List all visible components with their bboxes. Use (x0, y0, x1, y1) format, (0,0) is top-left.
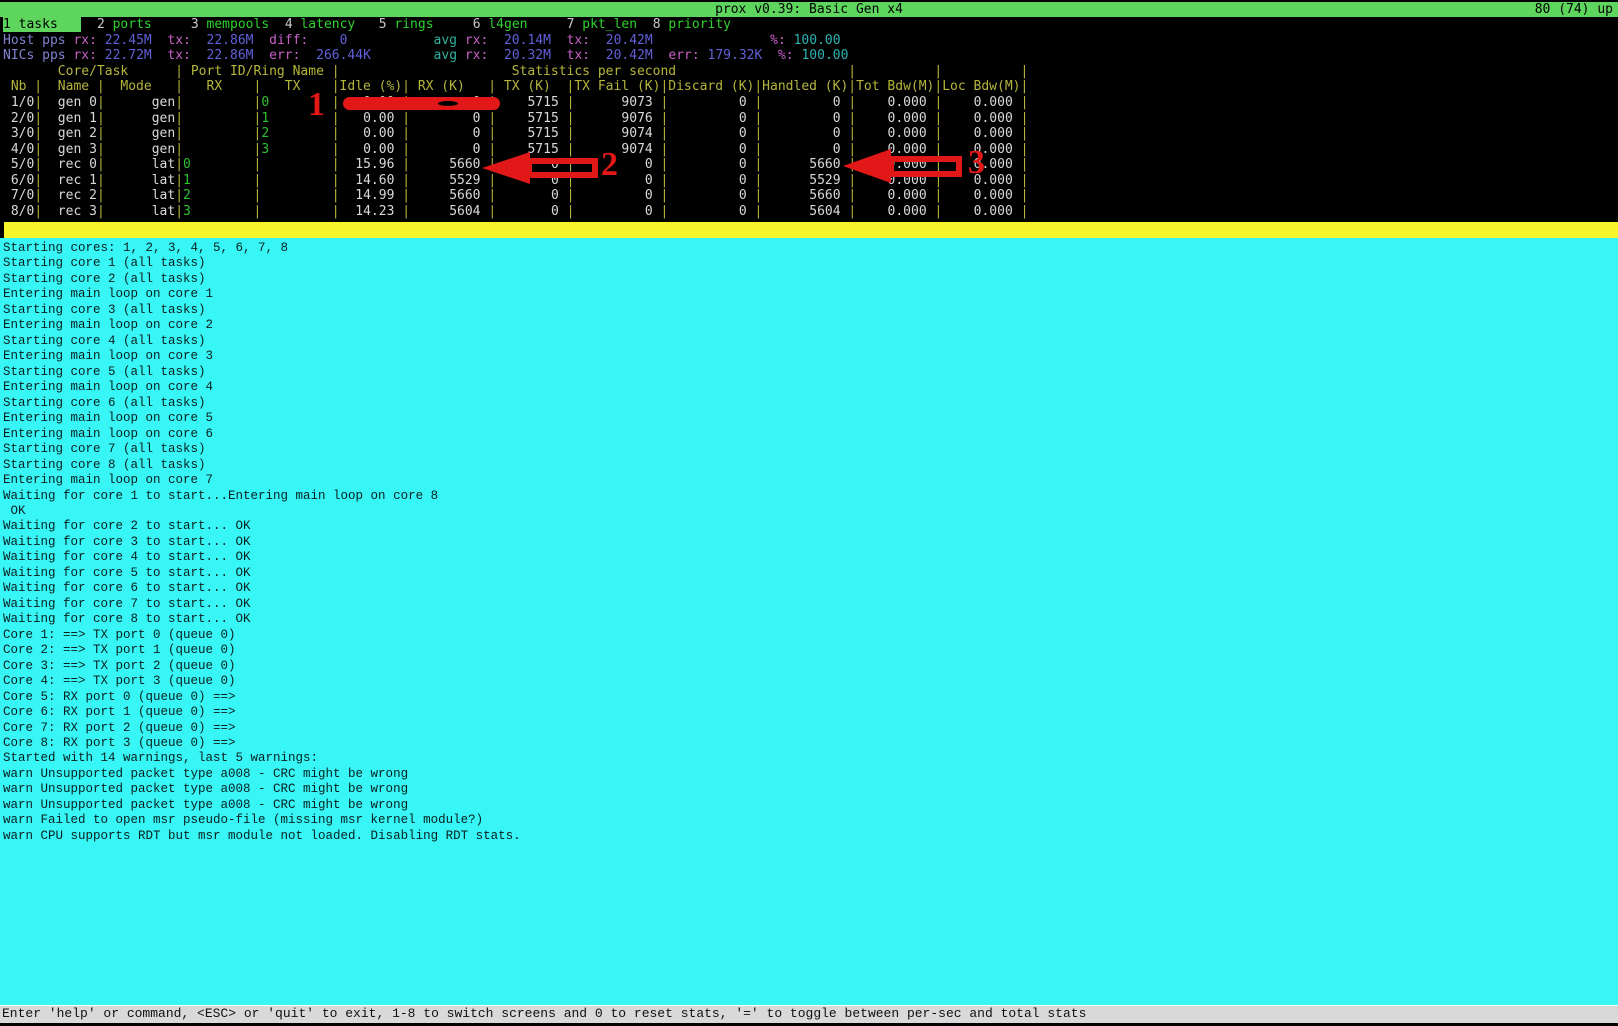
log-line: Starting core 7 (all tasks) (0, 442, 1618, 457)
log-line: Starting core 5 (all tasks) (0, 365, 1618, 380)
log-line: Core 1: ==> TX port 0 (queue 0) (0, 628, 1618, 643)
log-line: Core 3: ==> TX port 2 (queue 0) (0, 659, 1618, 674)
annotation-label-2: 2 (601, 148, 618, 182)
tab-5-rings-num[interactable]: 5 (379, 17, 387, 32)
tab-4-latency[interactable]: latency (293, 17, 356, 32)
log-line: warn CPU supports RDT but msr module not… (0, 829, 1618, 844)
log-line: Waiting for core 5 to start... OK (0, 566, 1618, 581)
tab-bar: 1 tasks 2 ports 3 mempools 4 latency 5 r… (3, 17, 731, 33)
tab-5-rings[interactable]: rings (387, 17, 434, 32)
log-line: warn Unsupported packet type a008 - CRC … (0, 798, 1618, 813)
log-line: Core 7: RX port 2 (queue 0) ==> (0, 721, 1618, 736)
log-line: warn Unsupported packet type a008 - CRC … (0, 782, 1618, 797)
log-line: Core 4: ==> TX port 3 (queue 0) (0, 674, 1618, 689)
tab-4-latency-num[interactable]: 4 (285, 17, 293, 32)
table-row-7/0: 7/0| rec 2| lat|2 | | 14.99 | 5660 | 0 |… (3, 188, 1028, 204)
log-line: Starting core 3 (all tasks) (0, 303, 1618, 318)
table-row-2/0: 2/0| gen 1| gen| |1 | 0.00 | 0 | 5715 | … (3, 111, 1028, 127)
tab-2-ports-num[interactable]: 2 (97, 17, 105, 32)
log-line: Core 6: RX port 1 (queue 0) ==> (0, 705, 1618, 720)
tab-7-pkt_len[interactable]: pkt_len (574, 17, 637, 32)
log-line: Entering main loop on core 7 (0, 473, 1618, 488)
separator-bar (4, 222, 1618, 238)
log-line: Entering main loop on core 1 (0, 287, 1618, 302)
log-line: warn Failed to open msr pseudo-file (mis… (0, 813, 1618, 828)
table-group-header: Core/Task | Port ID/Ring Name | Statisti… (3, 64, 1028, 80)
log-line: Waiting for core 7 to start... OK (0, 597, 1618, 612)
title-bar: prox v0.39: Basic Gen x4 80 (74) up (0, 2, 1618, 17)
log-line: warn Unsupported packet type a008 - CRC … (0, 767, 1618, 782)
log-line: Waiting for core 4 to start... OK (0, 550, 1618, 565)
log-line: Entering main loop on core 6 (0, 427, 1618, 442)
log-line: Starting core 4 (all tasks) (0, 334, 1618, 349)
log-line: Entering main loop on core 5 (0, 411, 1618, 426)
stats-line-nics: NICs pps rx: 22.72M tx: 22.86M err: 266.… (3, 48, 848, 64)
tab-3-mempools[interactable]: mempools (199, 17, 269, 32)
log-line: Starting core 1 (all tasks) (0, 256, 1618, 271)
tab-6-l4gen-num[interactable]: 6 (473, 17, 481, 32)
log-line: Waiting for core 1 to start...Entering m… (0, 489, 1618, 504)
log-line: Waiting for core 6 to start... OK (0, 581, 1618, 596)
log-line: Entering main loop on core 2 (0, 318, 1618, 333)
tab-8-priority[interactable]: priority (661, 17, 731, 32)
log-line: Waiting for core 2 to start... OK (0, 519, 1618, 534)
log-line: Starting core 8 (all tasks) (0, 458, 1618, 473)
table-row-3/0: 3/0| gen 2| gen| |2 | 0.00 | 0 | 5715 | … (3, 126, 1028, 142)
terminal-screen[interactable]: prox v0.39: Basic Gen x4 80 (74) up 1 ta… (0, 0, 1618, 1026)
log-line: Starting core 2 (all tasks) (0, 272, 1618, 287)
log-line: Entering main loop on core 3 (0, 349, 1618, 364)
tab-3-mempools-num[interactable]: 3 (191, 17, 199, 32)
log-area: Starting cores: 1, 2, 3, 4, 5, 6, 7, 8St… (0, 238, 1618, 1005)
tab-6-l4gen[interactable]: l4gen (481, 17, 528, 32)
uptime-indicator: 80 (74) up (1535, 2, 1613, 17)
log-line: Starting core 6 (all tasks) (0, 396, 1618, 411)
stats-line-host: Host pps rx: 22.45M tx: 22.86M diff: 0 a… (3, 33, 841, 49)
app-title: prox v0.39: Basic Gen x4 (0, 2, 1618, 17)
log-line: Starting cores: 1, 2, 3, 4, 5, 6, 7, 8 (0, 241, 1618, 256)
tab-8-priority-num[interactable]: 8 (653, 17, 661, 32)
log-line: Waiting for core 3 to start... OK (0, 535, 1618, 550)
log-line: Core 5: RX port 0 (queue 0) ==> (0, 690, 1618, 705)
table-row-1/0: 1/0| gen 0| gen| |0 | 0.00 | 0 | 5715 | … (3, 95, 1028, 111)
table-row-8/0: 8/0| rec 3| lat|3 | | 14.23 | 5604 | 0 |… (3, 204, 1028, 220)
tab-1-tasks[interactable]: 1 tasks (3, 17, 81, 32)
log-line: Waiting for core 8 to start... OK (0, 612, 1618, 627)
annotation-label-3: 3 (968, 146, 985, 180)
log-line: OK (0, 504, 1618, 519)
table-column-header: Nb | Name | Mode | RX | TX |Idle (%)| RX… (3, 79, 1028, 95)
log-line: Started with 14 warnings, last 5 warning… (0, 751, 1618, 766)
tab-2-ports[interactable]: ports (105, 17, 152, 32)
log-line: Core 2: ==> TX port 1 (queue 0) (0, 643, 1618, 658)
command-hint-bar[interactable]: Enter 'help' or command, <ESC> or 'quit'… (0, 1005, 1618, 1023)
log-line: Entering main loop on core 4 (0, 380, 1618, 395)
log-line: Core 8: RX port 3 (queue 0) ==> (0, 736, 1618, 751)
annotation-label-1: 1 (308, 88, 325, 122)
